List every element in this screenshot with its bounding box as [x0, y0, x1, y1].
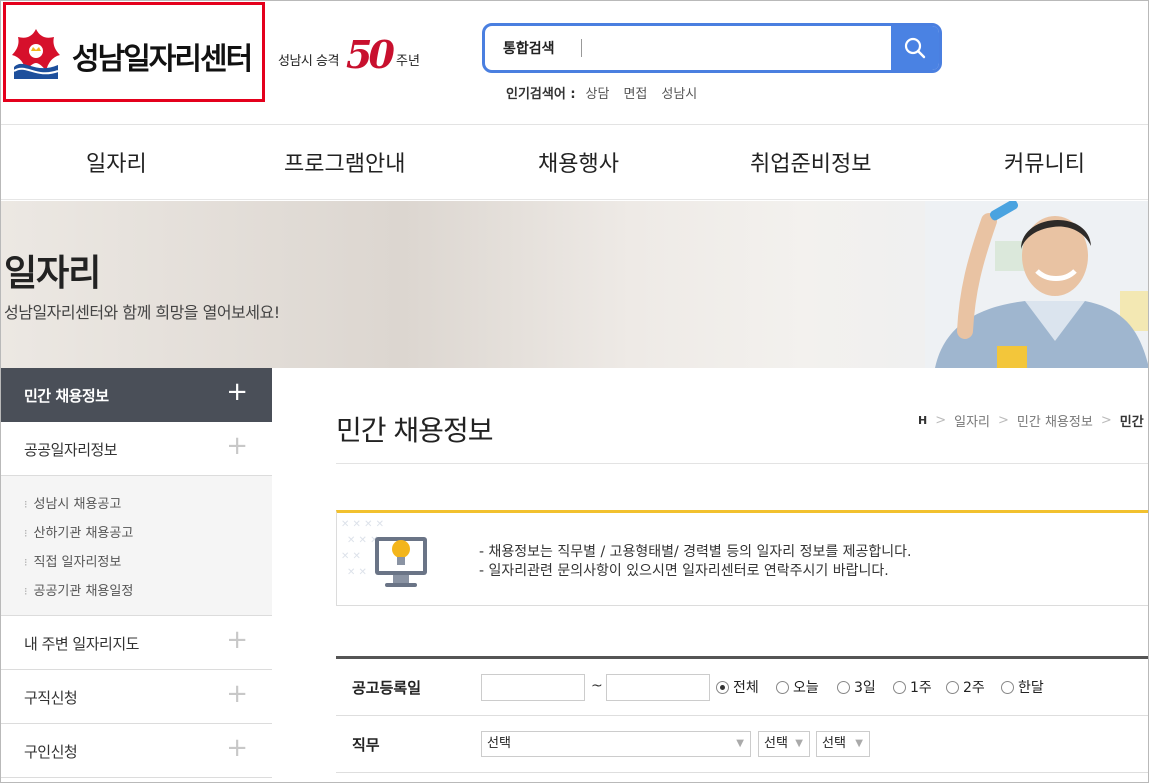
- breadcrumb-separator: >: [998, 413, 1009, 428]
- breadcrumb-item[interactable]: 일자리: [954, 411, 990, 430]
- radio-1month[interactable]: 한달: [1001, 677, 1044, 697]
- home-icon[interactable]: H: [918, 414, 927, 427]
- sidebar-item-label: 구인신청: [24, 743, 78, 761]
- popular-keyword[interactable]: 성남시: [661, 83, 697, 102]
- radio-2weeks[interactable]: 2주: [946, 677, 985, 697]
- sidebar-item-hiring[interactable]: 구인신청 +: [0, 724, 272, 778]
- radio-all[interactable]: 전체: [716, 677, 759, 697]
- start-date-field[interactable]: [481, 674, 585, 701]
- plus-icon: +: [226, 625, 248, 655]
- main-navigation: 일자리 프로그램안내 채용행사 취업준비정보 커뮤니티: [0, 126, 1149, 200]
- anniversary-suffix: 주년: [396, 54, 420, 69]
- sidebar-item-private-jobs[interactable]: 민간 채용정보 +: [0, 368, 272, 422]
- search-icon: [904, 37, 926, 59]
- date-label: 공고등록일: [352, 679, 422, 697]
- svg-text:✕ ✕ ✕: ✕ ✕ ✕: [347, 535, 379, 546]
- search-button[interactable]: [891, 26, 939, 70]
- sidebar-item-label: 민간 채용정보: [24, 387, 109, 405]
- submenu-item[interactable]: ⁝ 성남시 채용공고: [24, 493, 121, 512]
- svg-text:✕ ✕: ✕ ✕: [341, 551, 361, 562]
- breadcrumb-separator: >: [1100, 413, 1112, 428]
- job-select-2[interactable]: 선택 ▼: [758, 731, 810, 757]
- plus-icon: +: [226, 679, 248, 709]
- breadcrumb-separator: >: [935, 413, 947, 428]
- sidebar-item-job-map[interactable]: 내 주변 일자리지도 +: [0, 616, 272, 670]
- plus-icon: +: [226, 733, 248, 763]
- sidebar-item-label: 구직신청: [24, 689, 78, 707]
- anniversary-badge: 성남시 승격 50 주년: [278, 30, 428, 77]
- notice-line: - 채용정보는 직무별 / 고용형태별/ 경력별 등의 일자리 정보를 제공합니…: [479, 544, 912, 560]
- chevron-down-icon: ▼: [795, 738, 803, 749]
- job-select-1[interactable]: 선택 ▼: [481, 731, 751, 757]
- page-banner: 일자리 성남일자리센터와 함께 희망을 열어보세요!: [0, 201, 1149, 368]
- job-search-form: 공고등록일 ~ 전체 오늘 3일 1주 2주 한달 직무 선택 ▼ 선택 ▼ 선택 ▼: [336, 656, 1149, 783]
- breadcrumb-current: 민간: [1119, 415, 1144, 430]
- popular-keyword[interactable]: 면접: [623, 83, 647, 102]
- search-input[interactable]: [503, 26, 883, 70]
- popular-keywords: 인기검색어 : 상담 면접 성남시: [506, 83, 697, 102]
- breadcrumb-item[interactable]: 민간 채용정보: [1017, 411, 1093, 430]
- site-header: 성남일자리센터 성남시 승격 50 주년 인기검색어 : 상담 면접 성남시: [0, 0, 1149, 125]
- logo-title: 성남일자리센터: [72, 42, 253, 77]
- breadcrumb: H > 일자리 > 민간 채용정보 > 민간: [918, 411, 1144, 430]
- monitor-lightbulb-icon: ✕ ✕ ✕ ✕ ✕ ✕ ✕ ✕ ✕ ✕ ✕: [341, 519, 427, 587]
- submenu-item[interactable]: ⁝ 직접 일자리정보: [24, 551, 121, 570]
- sidebar-submenu: ⁝ 성남시 채용공고 ⁝ 산하기관 채용공고 ⁝ 직접 일자리정보 ⁝ 공공기관 채용일…: [0, 476, 272, 616]
- end-date-field[interactable]: [606, 674, 710, 701]
- chevron-down-icon: ▼: [855, 738, 863, 749]
- date-range-separator: ~: [591, 678, 603, 694]
- job-label: 직무: [352, 736, 380, 754]
- job-select-3[interactable]: 선택 ▼: [816, 731, 870, 757]
- notice-line: - 일자리관련 문의사항이 있으시면 일자리센터로 연락주시기 바랍니다.: [479, 563, 889, 579]
- nav-item-jobs[interactable]: 일자리: [86, 146, 147, 178]
- popular-keyword[interactable]: 상담: [586, 83, 610, 102]
- sidebar-item-job-seeking[interactable]: 구직신청 +: [0, 670, 272, 724]
- nav-item-community[interactable]: 커뮤니티: [1004, 146, 1085, 178]
- radio-3days[interactable]: 3일: [837, 677, 876, 697]
- nav-item-programs[interactable]: 프로그램안내: [284, 146, 405, 178]
- form-row-date: 공고등록일 ~ 전체 오늘 3일 1주 2주 한달: [336, 659, 1149, 716]
- submenu-item[interactable]: ⁝ 산하기관 채용공고: [24, 522, 133, 541]
- page-title: 민간 채용정보: [336, 414, 493, 447]
- site-logo[interactable]: 성남일자리센터: [3, 2, 265, 102]
- notice-box: ✕ ✕ ✕ ✕ ✕ ✕ ✕ ✕ ✕ ✕ ✕ - 채용정보는 직무별 / 고용형태…: [336, 510, 1149, 606]
- anniversary-prefix: 성남시 승격: [278, 54, 339, 69]
- search-caret: [581, 39, 582, 57]
- sidebar-item-public-jobs[interactable]: 공공일자리정보 +: [0, 422, 272, 476]
- seongnam-emblem-icon: [12, 29, 60, 79]
- svg-text:✕ ✕: ✕ ✕: [347, 567, 367, 578]
- chevron-down-icon: ▼: [736, 738, 744, 749]
- sidebar: 민간 채용정보 + 공공일자리정보 + ⁝ 성남시 채용공고 ⁝ 산하기관 채용공고…: [0, 368, 272, 783]
- radio-today[interactable]: 오늘: [776, 677, 819, 697]
- radio-1week[interactable]: 1주: [893, 677, 932, 697]
- nav-item-job-prep[interactable]: 취업준비정보: [750, 146, 871, 178]
- popular-keywords-label: 인기검색어 :: [506, 87, 576, 102]
- sidebar-item-label: 내 주변 일자리지도: [24, 635, 139, 653]
- svg-text:✕ ✕ ✕ ✕: ✕ ✕ ✕ ✕: [341, 519, 384, 530]
- submenu-item[interactable]: ⁝ 공공기관 채용일정: [24, 580, 133, 599]
- nav-item-recruit-events[interactable]: 채용행사: [538, 146, 619, 178]
- form-row-job: 직무 선택 ▼ 선택 ▼ 선택 ▼: [336, 716, 1149, 773]
- notice-text: - 채용정보는 직무별 / 고용형태별/ 경력별 등의 일자리 정보를 제공합니…: [479, 543, 912, 581]
- banner-subtitle: 성남일자리센터와 함께 희망을 열어보세요!: [4, 303, 280, 322]
- plus-icon: +: [226, 377, 248, 407]
- anniversary-number: 50: [346, 32, 395, 77]
- plus-icon: +: [226, 431, 248, 461]
- banner-title: 일자리: [4, 253, 101, 294]
- title-divider: [336, 463, 1149, 464]
- search-box: [482, 23, 942, 73]
- banner-person-image: [925, 201, 1149, 368]
- sidebar-item-label: 공공일자리정보: [24, 441, 118, 459]
